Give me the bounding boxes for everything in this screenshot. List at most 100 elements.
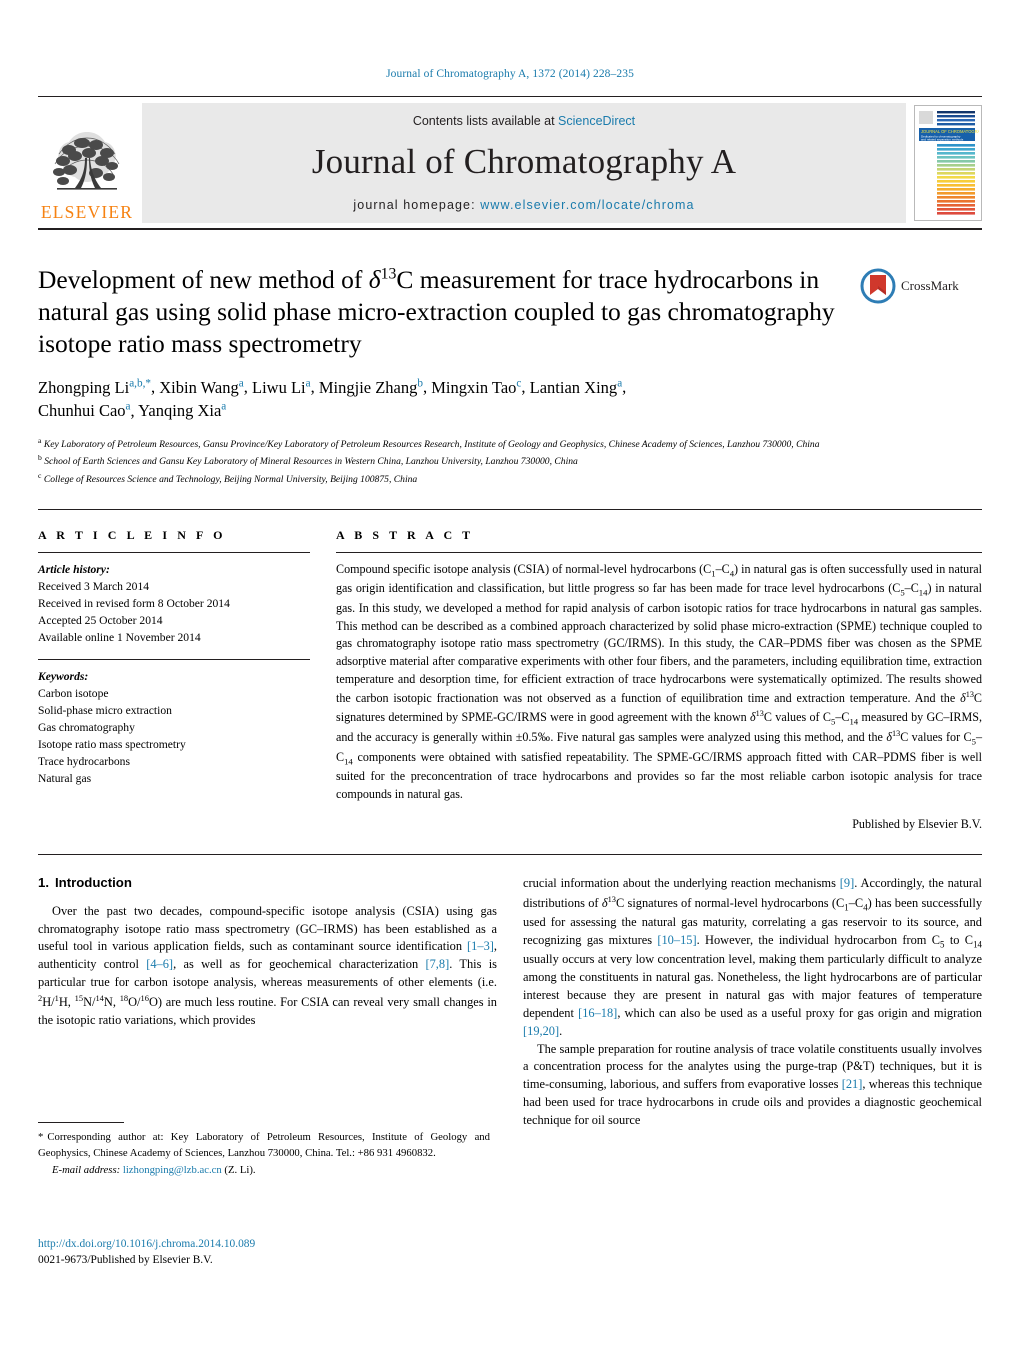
keywords-block: Keywords: Carbon isotope Solid-phase mic… xyxy=(38,668,310,787)
intro-paragraph-2: crucial information about the underlying… xyxy=(523,875,983,1038)
author-affil-marks: a xyxy=(305,377,311,390)
author-affil-marks: a xyxy=(238,377,244,390)
affiliation-item: a Key Laboratory of Petroleum Resources,… xyxy=(38,435,982,452)
author-affil-marks: a xyxy=(125,400,131,413)
citation-link[interactable]: [21] xyxy=(842,1077,863,1091)
journal-title: Journal of Chromatography A xyxy=(311,142,737,181)
author-name: Lantian Xing xyxy=(529,377,618,397)
delta-symbol: δ xyxy=(368,265,381,294)
divider-above-body xyxy=(38,853,982,855)
keywords-rule xyxy=(38,659,310,661)
affiliation-mark: c xyxy=(38,470,42,480)
masthead-center: Contents lists available at ScienceDirec… xyxy=(142,103,906,223)
citation-link[interactable]: [7,8] xyxy=(425,957,449,971)
keyword-item: Solid-phase micro extraction xyxy=(38,704,172,718)
citation-link[interactable]: [10–15] xyxy=(657,933,696,947)
affiliation-text: School of Earth Sciences and Gansu Key L… xyxy=(44,456,578,468)
elsevier-logo: ELSEVIER xyxy=(38,101,136,225)
author-name: Liwu Li xyxy=(252,377,306,397)
page-title: Development of new method of δ13C measur… xyxy=(38,264,860,360)
affiliation-item: c College of Resources Science and Techn… xyxy=(38,470,982,487)
running-head: Journal of Chromatography A, 1372 (2014)… xyxy=(386,68,634,80)
history-item: Received 3 March 2014 xyxy=(38,580,150,594)
author-item: Chunhui Caoa xyxy=(38,400,131,421)
crossmark-badge[interactable]: CrossMark xyxy=(860,264,982,304)
keyword-item: Natural gas xyxy=(38,772,92,786)
affiliation-item: b School of Earth Sciences and Gansu Key… xyxy=(38,452,982,469)
footnote-text: * Corresponding author at: Key Laboratory… xyxy=(38,1130,490,1179)
body-column-left: 1. Introduction Over the past two decades… xyxy=(38,875,497,1030)
affiliation-list: a Key Laboratory of Petroleum Resources,… xyxy=(38,435,982,487)
author-item: Mingxin Taoc xyxy=(431,377,522,397)
contents-prefix: Contents lists available at xyxy=(412,114,559,128)
article-history-block: Article history: Received 3 March 2014 R… xyxy=(38,561,310,646)
body-columns: 1. Introduction Over the past two decades… xyxy=(38,875,982,1130)
affiliation-mark: b xyxy=(38,453,42,463)
section-title-text: Introduction xyxy=(55,874,132,890)
intro-paragraph-3: The sample preparation for routine analy… xyxy=(523,1041,982,1127)
author-list: Zhongping Lia,b,*, Xibin Wanga, Liwu Lia… xyxy=(38,377,627,421)
keyword-item: Isotope ratio mass spectrometry xyxy=(38,738,186,752)
article-info-column: A R T I C L E I N F O Article history: R… xyxy=(38,528,336,787)
email-address-link[interactable]: lizhongping@lzb.ac.cn xyxy=(123,1164,222,1176)
author-item: Liwu Lia xyxy=(252,377,311,397)
citation-link[interactable]: [1–3] xyxy=(467,939,494,953)
author-item: Lantian Xinga xyxy=(529,377,623,397)
author-item: Yanqing Xiaa xyxy=(138,400,227,421)
doi-link[interactable]: http://dx.doi.org/10.1016/j.chroma.2014.… xyxy=(38,1236,490,1252)
paper-page: Journal of Chromatography A, 1372 (2014)… xyxy=(0,0,1020,1351)
title-block: Development of new method of δ13C measur… xyxy=(38,264,982,360)
journal-cover-image: JOURNAL OF CHROMATOGRAPHY A Dedicated to… xyxy=(915,106,981,220)
title-line1-b: C measurement for trace xyxy=(396,265,648,294)
history-item: Received in revised form 8 October 2014 xyxy=(38,597,230,611)
homepage-url-link[interactable]: www.elsevier.com/locate/chroma xyxy=(480,198,694,212)
footnote-tel: Tel.: +86 931 4960832. xyxy=(335,1146,436,1159)
author-name: Yanqing Xia xyxy=(138,401,222,421)
author-name: Mingjie Zhang xyxy=(318,377,418,397)
divider-above-abstract xyxy=(38,509,982,511)
affiliation-text: College of Resources Science and Technol… xyxy=(43,473,418,485)
elsevier-wordmark: ELSEVIER xyxy=(40,201,134,222)
corresponding-author-marker: * xyxy=(145,377,152,390)
abstract-column: A B S T R A C T Compound specific isotop… xyxy=(336,528,982,832)
author-item: Mingjie Zhangb xyxy=(318,377,423,397)
keyword-item: Carbon isotope xyxy=(38,687,109,701)
elsevier-tree-icon xyxy=(53,131,120,190)
history-item: Accepted 25 October 2014 xyxy=(38,614,163,628)
author-affil-marks: a,b, xyxy=(129,377,146,390)
author-name: Xibin Wang xyxy=(159,377,239,397)
author-name: Mingxin Tao xyxy=(431,377,517,397)
author-name: Chunhui Cao xyxy=(38,401,126,421)
sciencedirect-link[interactable]: ScienceDirect xyxy=(558,114,635,128)
affiliation-text: Key Laboratory of Petroleum Resources, G… xyxy=(43,439,820,451)
history-item: Available online 1 November 2014 xyxy=(38,631,201,645)
keyword-item: Gas chromatography xyxy=(38,721,135,735)
article-info-heading: A R T I C L E I N F O xyxy=(38,528,227,543)
author-affil-marks: a xyxy=(221,400,227,413)
intro-paragraph-1: Over the past two decades, compound-spec… xyxy=(38,903,497,1028)
article-history-label: Article history: xyxy=(38,563,110,577)
section-heading-introduction: 1. Introduction xyxy=(38,875,497,890)
corresponding-author-footnote: * Corresponding author at: Key Laboratory… xyxy=(38,1122,490,1179)
author-affil-marks: c xyxy=(516,377,522,390)
journal-masthead: ELSEVIER Contents lists available at Sci… xyxy=(38,96,982,230)
svg-text:JOURNAL OF CHROMATOGRAPHY A: JOURNAL OF CHROMATOGRAPHY A xyxy=(921,129,979,134)
footnote-star: * xyxy=(38,1131,44,1143)
crossmark-icon xyxy=(860,268,896,304)
keyword-item: Trace hydrocarbons xyxy=(38,755,130,769)
citation-link[interactable]: [16–18] xyxy=(578,1006,617,1020)
author-name: Zhongping Li xyxy=(38,377,130,397)
crossmark-label: CrossMark xyxy=(901,278,959,293)
citation-link[interactable]: [19,20] xyxy=(523,1024,559,1038)
citation-link[interactable]: [9] xyxy=(840,876,854,890)
author-affil-marks: a xyxy=(617,377,623,390)
info-abstract-row: A R T I C L E I N F O Article history: R… xyxy=(38,528,982,832)
abstract-text: Compound specific isotope analysis (CSIA… xyxy=(336,562,982,801)
email-address-label: E-mail address: xyxy=(52,1164,121,1177)
abstract-heading: A B S T R A C T xyxy=(336,528,474,543)
footnote-rule xyxy=(38,1122,124,1123)
citation-link[interactable]: [4–6] xyxy=(146,957,173,971)
author-item: Zhongping Lia,b,* xyxy=(38,377,152,397)
section-number: 1. xyxy=(38,874,49,890)
doi-block: http://dx.doi.org/10.1016/j.chroma.2014.… xyxy=(38,1236,490,1268)
